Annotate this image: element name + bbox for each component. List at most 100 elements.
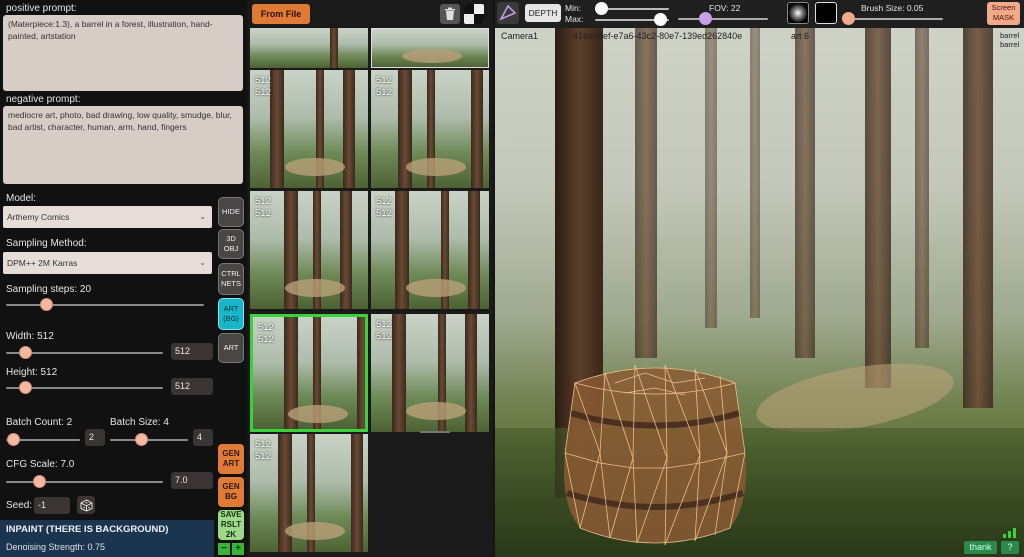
sampling-steps-label: Sampling steps: 20	[6, 284, 92, 295]
thumbnail-height: 512	[376, 87, 392, 98]
gen-art-label-2: ART	[222, 459, 240, 468]
batch-size-slider[interactable]	[110, 433, 188, 446]
gallery-scroll-indicator[interactable]	[420, 431, 450, 433]
batch-count-value-field[interactable]: 2	[85, 429, 105, 446]
width-value-field[interactable]: 512	[171, 343, 213, 360]
thumbnail-height: 512	[376, 208, 392, 219]
3d-obj-button[interactable]: 3D OBJ	[218, 229, 244, 259]
thank-button[interactable]: thank	[964, 541, 997, 554]
tree-trunk	[865, 28, 891, 388]
height-label: Height: 512	[6, 367, 58, 378]
gallery-thumbnail[interactable]: 512 512	[250, 191, 368, 309]
depth-button[interactable]: DEPTH	[525, 4, 561, 22]
height-slider[interactable]	[6, 381, 163, 394]
slider-knob[interactable]	[39, 298, 53, 311]
save-label-1: SAVE	[220, 510, 242, 519]
depth-max-slider[interactable]	[595, 13, 669, 26]
brush-size-slider[interactable]	[842, 12, 943, 25]
sampling-method-select[interactable]: DPM++ 2M Karras ⌄	[3, 252, 212, 274]
ctrl-nets-button[interactable]: CTRL NETS	[218, 263, 244, 295]
minus-button[interactable]: −	[218, 543, 230, 555]
thumbnail-width: 512	[258, 322, 274, 333]
width-slider[interactable]	[6, 346, 163, 359]
thumbnail-partial[interactable]	[371, 28, 489, 68]
tree-trunk	[750, 28, 760, 318]
slider-knob[interactable]	[699, 12, 712, 25]
hard-brush-icon[interactable]	[815, 2, 837, 24]
seed-label: Seed:	[6, 500, 33, 511]
triangle-tool-icon[interactable]	[497, 2, 519, 24]
slider-knob[interactable]	[654, 13, 668, 26]
model-label: Model:	[6, 193, 37, 204]
forest-path	[285, 158, 345, 176]
viewport[interactable]: Camera1 41ea66ef-e7a6-43c2-80e7-139ed262…	[495, 28, 1024, 557]
slider-knob[interactable]	[18, 346, 32, 359]
dice-icon[interactable]	[77, 496, 95, 514]
gallery-thumbnail[interactable]: 512 512	[371, 191, 489, 309]
art-bg-label-2: (BG)	[223, 314, 239, 323]
forest-path	[406, 279, 466, 297]
object-label: barrel	[1000, 40, 1020, 49]
cfg-scale-value-field[interactable]: 7.0	[171, 472, 213, 489]
soft-brush-icon[interactable]	[787, 2, 809, 24]
positive-prompt-label: positive prompt:	[6, 3, 77, 14]
batch-size-value-field[interactable]: 4	[193, 429, 213, 446]
hide-button[interactable]: HIDE	[218, 197, 244, 227]
cfg-scale-label: CFG Scale: 7.0	[6, 459, 75, 470]
denoising-strength-label: Denoising Strength: 0.75	[6, 542, 106, 552]
thumbnail-size-label: 512 512	[255, 439, 271, 463]
model-select[interactable]: Arthemy Comics ⌄	[3, 206, 212, 228]
gen-art-button[interactable]: GEN ART	[218, 444, 244, 474]
art-bg-label-1: ART	[223, 304, 239, 313]
negative-prompt-input[interactable]: mediocre art, photo, bad drawing, low qu…	[3, 106, 243, 184]
gallery-thumbnail[interactable]: 512 512	[250, 314, 368, 432]
save-label-2: RSLT	[220, 520, 242, 529]
trash-icon[interactable]	[440, 4, 460, 24]
signal-icon	[1003, 528, 1017, 538]
sampling-method-value: DPM++ 2M Karras	[7, 258, 78, 268]
height-value-field[interactable]: 512	[171, 378, 213, 395]
slider-knob[interactable]	[842, 12, 855, 25]
positive-prompt-input[interactable]: (Materpiece:1.3), a barrel in a forest, …	[3, 15, 243, 91]
plus-button[interactable]: +	[232, 543, 244, 555]
chevron-down-icon: ⌄	[199, 212, 206, 221]
art-button[interactable]: ART	[218, 333, 244, 363]
gallery-thumbnail[interactable]: 512 512	[250, 434, 368, 552]
gallery-thumbnail[interactable]: 512 512	[371, 314, 489, 432]
screen-mask-button[interactable]: Screen MASK	[987, 2, 1020, 25]
seed-input[interactable]: -1	[34, 497, 70, 514]
from-file-button[interactable]: From File	[252, 4, 310, 24]
tree-trunk	[963, 28, 993, 408]
gallery-thumbnail[interactable]: 512 512	[371, 70, 489, 188]
gen-bg-button[interactable]: GEN BG	[218, 477, 244, 507]
depth-min-slider[interactable]	[594, 2, 669, 15]
screen-mask-label-1: Screen	[991, 3, 1016, 12]
slider-knob[interactable]	[32, 475, 46, 488]
thumbnail-size-label: 512 512	[255, 196, 271, 220]
gen-art-label-1: GEN	[222, 449, 240, 458]
slider-knob[interactable]	[135, 433, 149, 446]
tree-trunk	[395, 191, 409, 309]
slider-knob[interactable]	[594, 2, 608, 15]
max-label: Max:	[565, 14, 584, 24]
thumbnail-size-label: 512 512	[258, 322, 274, 346]
fov-slider[interactable]	[678, 12, 768, 25]
inpaint-label: INPAINT (THERE IS BACKGROUND)	[6, 524, 169, 535]
save-result-button[interactable]: SAVE RSLT 2K	[218, 510, 244, 540]
batch-size-label: Batch Size: 4	[110, 417, 169, 428]
sampling-steps-slider[interactable]	[6, 298, 204, 311]
gallery-thumbnail[interactable]: 512 512	[250, 70, 368, 188]
slider-knob[interactable]	[7, 433, 21, 446]
thumbnail-partial[interactable]	[250, 28, 368, 68]
thumbnail-height: 512	[255, 451, 271, 462]
cfg-scale-slider[interactable]	[6, 475, 163, 488]
app-root: positive prompt: (Materpiece:1.3), a bar…	[0, 0, 1024, 557]
forest-path	[406, 158, 466, 176]
thumbnail-width: 512	[255, 196, 271, 207]
gallery-panel: From File 512 512 512 512 512 512 512 512 512 512…	[248, 0, 493, 557]
help-button[interactable]: ?	[1001, 541, 1019, 554]
batch-count-slider[interactable]	[6, 433, 80, 446]
checker-toggle-icon[interactable]	[464, 4, 484, 24]
art-bg-button[interactable]: ART (BG)	[218, 298, 244, 330]
slider-knob[interactable]	[18, 381, 32, 394]
